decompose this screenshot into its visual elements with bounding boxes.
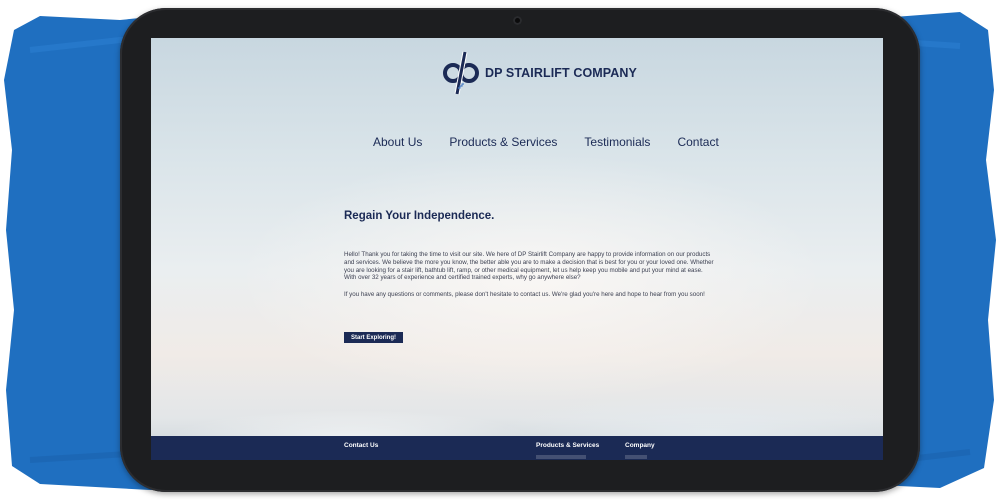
- monitor-frame: DP STAIRLIFT COMPANY About Us Products &…: [120, 8, 920, 492]
- nav-item-contact[interactable]: Contact: [677, 135, 718, 149]
- main-content: Regain Your Independence. Hello! Thank y…: [344, 210, 714, 305]
- nav-item-about-us[interactable]: About Us: [373, 135, 422, 149]
- footer-link-placeholder: [625, 455, 647, 459]
- page-headline: Regain Your Independence.: [344, 210, 495, 222]
- intro-paragraph: Hello! Thank you for taking the time to …: [344, 251, 714, 282]
- dp-monogram-icon: [443, 51, 479, 95]
- main-navigation: About Us Products & Services Testimonial…: [373, 135, 719, 149]
- footer-link-placeholder: [536, 455, 586, 459]
- company-name: DP STAIRLIFT COMPANY: [485, 66, 637, 80]
- nav-item-products-services[interactable]: Products & Services: [449, 135, 557, 149]
- contact-paragraph: If you have any questions or comments, p…: [344, 291, 705, 299]
- webcam-icon: [513, 16, 522, 25]
- nav-item-testimonials[interactable]: Testimonials: [584, 135, 650, 149]
- site-logo[interactable]: DP STAIRLIFT COMPANY: [441, 48, 637, 98]
- website-screen: DP STAIRLIFT COMPANY About Us Products &…: [151, 38, 883, 460]
- site-footer: Contact Us Products & Services Company: [151, 436, 883, 460]
- footer-contact-us[interactable]: Contact Us: [344, 442, 378, 449]
- footer-company[interactable]: Company: [625, 442, 655, 449]
- start-exploring-button[interactable]: Start Exploring!: [344, 332, 403, 343]
- footer-products-services[interactable]: Products & Services: [536, 442, 599, 449]
